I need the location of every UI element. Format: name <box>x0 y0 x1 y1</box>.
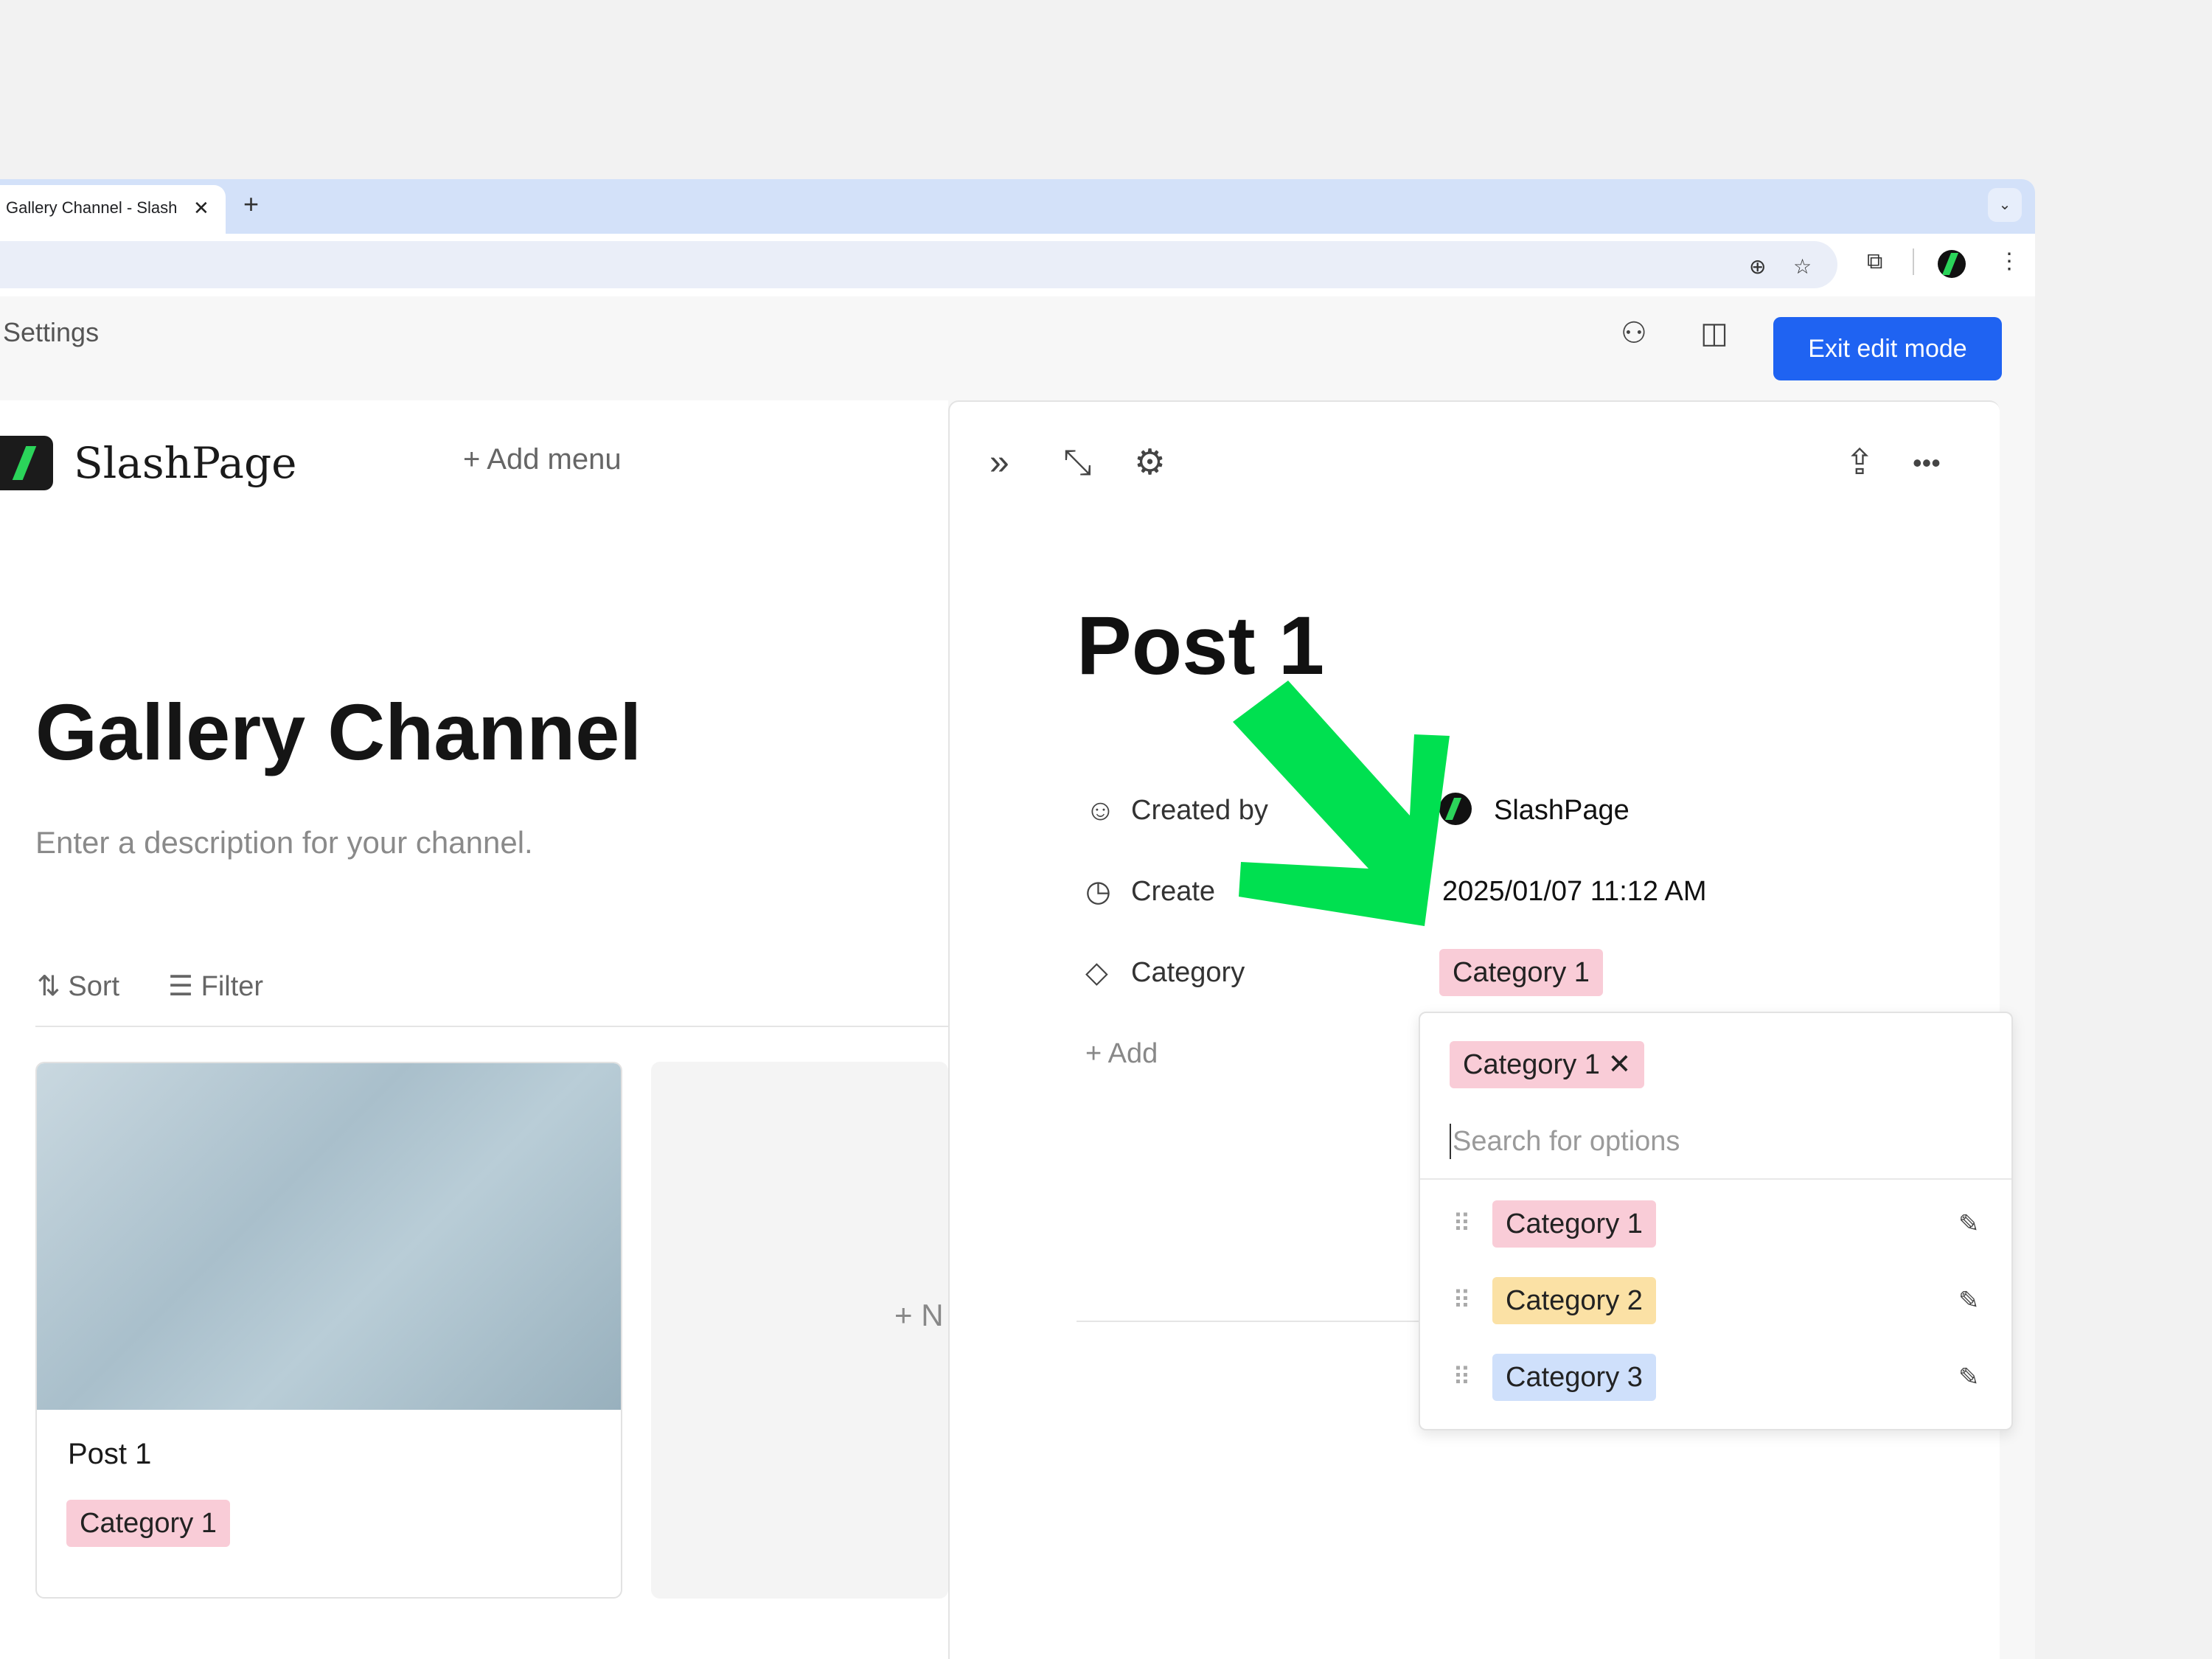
edit-option-icon[interactable]: ✎ <box>1958 1286 1980 1315</box>
edit-option-icon[interactable]: ✎ <box>1958 1363 1980 1392</box>
drag-handle-icon[interactable]: ⠿ <box>1453 1286 1471 1315</box>
selected-option-chip[interactable]: Category 1 ✕ <box>1450 1041 1645 1088</box>
option-category-1[interactable]: Category 1 <box>1492 1200 1656 1248</box>
drag-handle-icon[interactable]: ⠿ <box>1453 1363 1471 1392</box>
option-category-3[interactable]: Category 3 <box>1492 1354 1656 1401</box>
edit-option-icon[interactable]: ✎ <box>1958 1209 1980 1239</box>
drag-handle-icon[interactable]: ⠿ <box>1453 1209 1471 1239</box>
dropdown-separator <box>1420 1178 2011 1180</box>
category-options-dropdown: Category 1 ✕ Search for options ⠿ Catego… <box>1419 1012 2013 1430</box>
browser-window: Gallery Channel - SlashPage ✕ + ⌄ ⊕ ☆ ⧉ … <box>0 179 2035 1659</box>
option-category-2[interactable]: Category 2 <box>1492 1277 1656 1324</box>
green-annotation-arrow <box>1233 681 1450 926</box>
option-search-input[interactable]: Search for options <box>1450 1124 1680 1159</box>
